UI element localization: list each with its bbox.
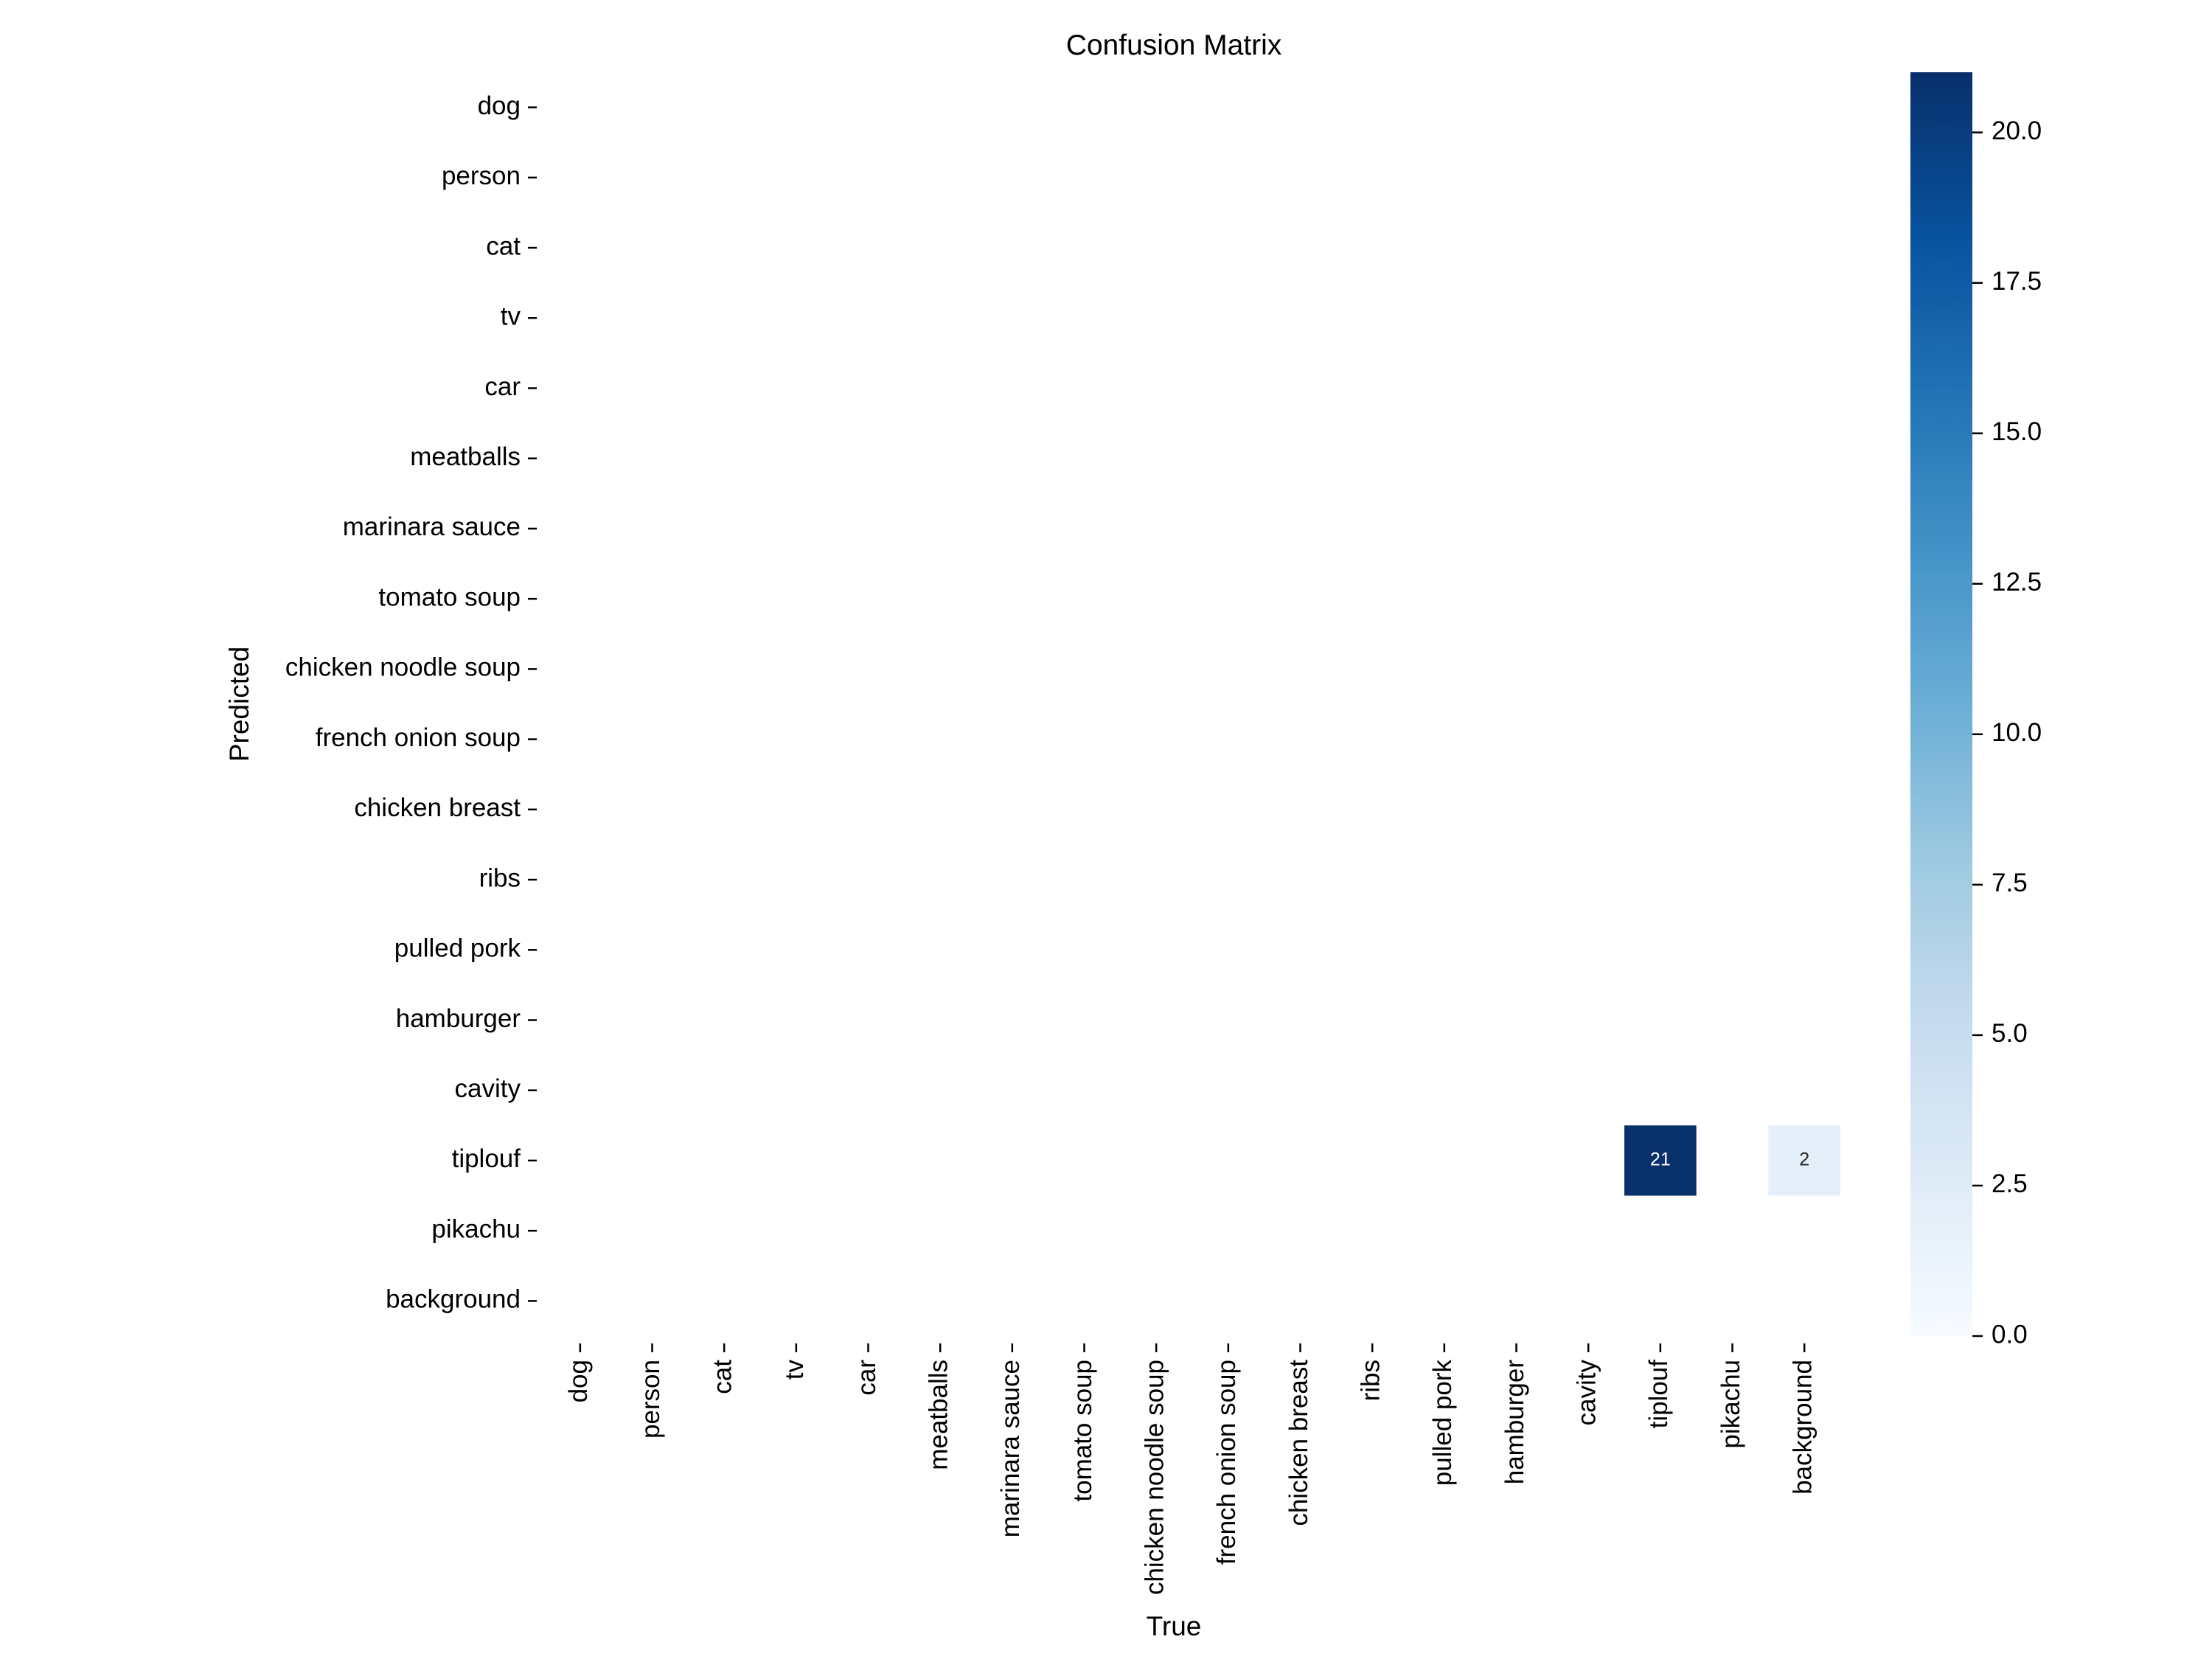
colorbar-tick-label: 15.0	[1992, 417, 2042, 446]
row-label-meatballs: meatballs	[410, 442, 521, 471]
colorbar-tick-label: 20.0	[1992, 116, 2042, 145]
col-label-person: person	[636, 1360, 665, 1439]
col-label-meatballs: meatballs	[924, 1360, 953, 1470]
row-label-dog: dog	[478, 91, 521, 120]
colorbar-tick-label: 10.0	[1992, 718, 2042, 747]
row-label-car: car	[484, 372, 521, 401]
heatmap-cells: 21 2	[1624, 1125, 1840, 1196]
row-label-pikachu: pikachu	[431, 1214, 521, 1243]
col-label-tv: tv	[780, 1360, 809, 1380]
colorbar: 0.0 2.5 5.0 7.5 10.0 12.5 15.0 17.5 20.0	[1910, 72, 2042, 1349]
x-axis-label: True	[1147, 1611, 1202, 1641]
col-label-dog: dog	[564, 1360, 593, 1402]
colorbar-tick-label: 2.5	[1992, 1169, 2028, 1198]
col-label-background: background	[1788, 1360, 1817, 1495]
col-label-chicken-noodle-soup: chicken noodle soup	[1140, 1360, 1169, 1595]
chart-title: Confusion Matrix	[1066, 29, 1282, 61]
cell-value-tiplouf-tiplouf: 21	[1650, 1150, 1671, 1170]
row-label-french-onion-soup: french onion soup	[316, 723, 521, 752]
col-label-marinara-sauce: marinara sauce	[996, 1360, 1025, 1537]
colorbar-tick-label: 12.5	[1992, 568, 2042, 597]
colorbar-tick-label: 7.5	[1992, 869, 2028, 897]
col-label-pulled-pork: pulled pork	[1428, 1360, 1457, 1486]
row-label-cavity: cavity	[455, 1074, 521, 1103]
col-label-pikachu: pikachu	[1717, 1360, 1745, 1449]
col-label-tiplouf: tiplouf	[1644, 1360, 1673, 1429]
colorbar-tick-label: 17.5	[1992, 267, 2042, 296]
y-axis-label: Predicted	[224, 647, 254, 762]
col-label-chicken-breast: chicken breast	[1284, 1360, 1313, 1526]
colorbar-tick-label: 5.0	[1992, 1019, 2028, 1048]
cell-value-tiplouf-background: 2	[1799, 1150, 1809, 1170]
col-label-tomato-soup: tomato soup	[1068, 1360, 1097, 1502]
row-label-tv: tv	[501, 302, 521, 331]
row-label-ribs: ribs	[479, 863, 521, 892]
row-label-chicken-breast: chicken breast	[354, 793, 521, 822]
row-label-person: person	[442, 161, 521, 190]
row-label-pulled-pork: pulled pork	[394, 934, 521, 963]
row-tick-labels: dog person cat tv car meatballs marinara sauce…	[285, 91, 537, 1314]
col-label-cat: cat	[708, 1360, 737, 1394]
row-label-cat: cat	[486, 232, 521, 260]
row-label-chicken-noodle-soup: chicken noodle soup	[285, 653, 521, 682]
row-label-hamburger: hamburger	[396, 1004, 521, 1033]
col-label-cavity: cavity	[1572, 1360, 1601, 1426]
confusion-matrix-chart: Confusion Matrix Predicted True dog perso…	[224, 29, 2042, 1641]
col-label-ribs: ribs	[1356, 1360, 1385, 1401]
column-tick-labels: dog person cat tv car meatballs marinara sauce…	[564, 1343, 1817, 1595]
colorbar-gradient	[1910, 72, 1972, 1336]
row-label-background: background	[386, 1285, 521, 1314]
col-label-hamburger: hamburger	[1500, 1360, 1529, 1485]
colorbar-tick-label: 0.0	[1992, 1320, 2028, 1349]
row-label-marinara-sauce: marinara sauce	[343, 512, 521, 541]
col-label-french-onion-soup: french onion soup	[1212, 1360, 1241, 1565]
row-label-tiplouf: tiplouf	[452, 1144, 521, 1173]
col-label-car: car	[852, 1360, 881, 1396]
row-label-tomato-soup: tomato soup	[378, 582, 521, 611]
